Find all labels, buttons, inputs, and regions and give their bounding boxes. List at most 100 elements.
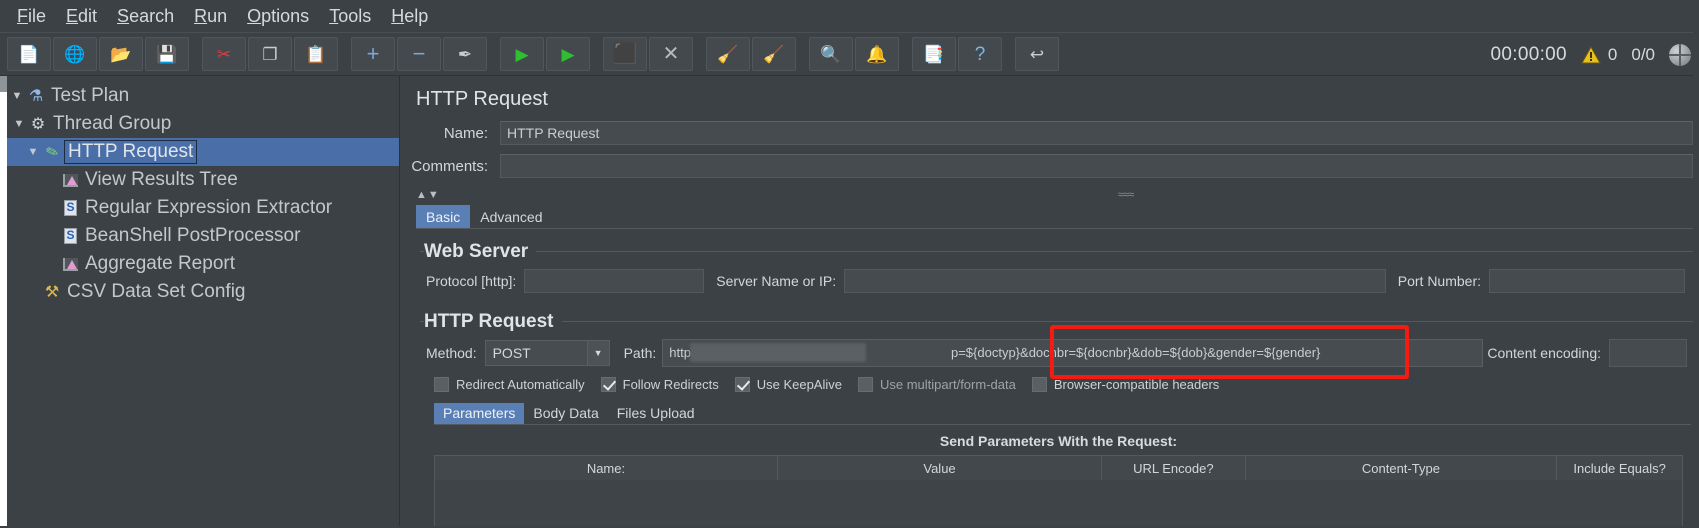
search-binoculars-button[interactable]: 🔍 (809, 37, 853, 71)
toggle-button[interactable]: ✒ (443, 37, 487, 71)
checkbox-use-keepalive[interactable]: Use KeepAlive (734, 377, 842, 392)
table-header-content-type[interactable]: Content-Type (1245, 456, 1558, 480)
globe-icon[interactable] (1669, 44, 1691, 66)
toolbar-separator (797, 37, 808, 71)
method-path-row: Method: POST ▼ Path: httpxxxxxxxxxxxxxxx… (426, 325, 1691, 379)
port-number-input[interactable] (1489, 269, 1685, 293)
server-name-input[interactable] (844, 269, 1386, 293)
tree-left-rail (0, 76, 7, 526)
tree-node-view-results-tree[interactable]: View Results Tree (0, 166, 399, 194)
checkbox-box[interactable] (734, 377, 750, 392)
element-editor-pane: HTTP Request Name: Comments: ▲▼ ≈≈≈ Basi… (400, 76, 1699, 526)
menu-edit[interactable]: Edit (57, 4, 106, 29)
menu-options[interactable]: Options (238, 4, 318, 29)
start-icon: ▶ (515, 44, 529, 64)
subtab-parameters[interactable]: Parameters (434, 403, 525, 424)
function-helper-icon: 📑 (923, 44, 945, 64)
templates-button[interactable]: 🌐 (53, 37, 97, 71)
reset-search-icon: 🔔 (866, 44, 888, 64)
reset-search-button[interactable]: 🔔 (855, 37, 899, 71)
shutdown-button[interactable]: ✕ (649, 37, 693, 71)
checkbox-label: Use multipart/form-data (880, 377, 1016, 392)
open-button[interactable]: 📂 (99, 37, 143, 71)
checkbox-browser-compatible-headers[interactable]: Browser-compatible headers (1031, 377, 1220, 392)
tree-expand-toggle-icon[interactable]: ▼ (10, 90, 24, 102)
content-encoding-input[interactable] (1609, 339, 1687, 367)
menu-tools[interactable]: Tools (320, 4, 380, 29)
parameters-table-body[interactable] (435, 480, 1682, 526)
tree-node-label: HTTP Request (64, 140, 198, 164)
paste-button[interactable]: 📋 (294, 37, 338, 71)
tree-node-label: Aggregate Report (85, 253, 235, 274)
method-select[interactable]: POST ▼ (484, 340, 610, 366)
collapse-all-button[interactable]: − (397, 37, 441, 71)
elapsed-time: 00:00:00 (1490, 44, 1567, 65)
clear-all-button[interactable]: 🧹 (752, 37, 796, 71)
new-button[interactable]: 📄 (7, 37, 51, 71)
tree-node-aggregate-report[interactable]: Aggregate Report (0, 250, 399, 278)
checkbox-redirect-automatically[interactable]: Redirect Automatically (434, 377, 585, 392)
tree-node-thread-group[interactable]: ▼ ⚙ Thread Group (0, 110, 399, 138)
menu-help[interactable]: Help (382, 4, 437, 29)
tree-node-regular-expression-extractor[interactable]: Regular Expression Extractor (0, 194, 399, 222)
clear-button[interactable]: 🧹 (706, 37, 750, 71)
tools-icon: ⚒ (44, 284, 60, 301)
copy-button[interactable]: ❐ (248, 37, 292, 71)
comments-label: Comments: (411, 157, 488, 175)
save-button[interactable]: 💾 (145, 37, 189, 71)
help-icon: ? (974, 43, 986, 65)
pencil-icon: ✎ (43, 142, 61, 163)
tab-basic[interactable]: Basic (416, 205, 471, 228)
subtab-body-data[interactable]: Body Data (524, 403, 607, 424)
chevron-down-icon[interactable]: ▼ (586, 341, 609, 365)
tree-expand-toggle-icon[interactable]: ▼ (12, 118, 26, 130)
splitter-grip-icon[interactable]: ≈≈≈ (1118, 189, 1134, 201)
search-binoculars-icon: 🔍 (820, 44, 842, 64)
help-button[interactable]: ? (958, 37, 1002, 71)
tree-node-test-plan[interactable]: ▼ ⚗ Test Plan (0, 82, 399, 110)
tree-node-beanshell-postprocessor[interactable]: BeanShell PostProcessor (0, 222, 399, 250)
checkbox-box[interactable] (600, 377, 616, 392)
page-title: HTTP Request (416, 88, 548, 110)
splitter-strip[interactable]: ▲▼ ≈≈≈ (416, 187, 1693, 203)
tab-advanced[interactable]: Advanced (470, 205, 552, 228)
toolbar-status: 00:00:00 0 0/0 (1491, 33, 1691, 77)
vertical-scrollbar[interactable] (1693, 0, 1699, 528)
undo-redo-button[interactable]: ↩ (1015, 37, 1059, 71)
menu-run[interactable]: Run (185, 4, 236, 29)
start-button[interactable]: ▶ (500, 37, 544, 71)
table-header-value[interactable]: Value (777, 456, 1103, 480)
tree-node-label: CSV Data Set Config (67, 281, 246, 302)
checkbox-label: Browser-compatible headers (1053, 377, 1220, 392)
checkbox-follow-redirects[interactable]: Follow Redirects (600, 377, 719, 392)
copy-icon: ❐ (262, 44, 278, 64)
table-header-name[interactable]: Name: (435, 456, 778, 480)
function-helper-button[interactable]: 📑 (912, 37, 956, 71)
warning-indicator[interactable]: 0 (1581, 45, 1617, 65)
start-no-pauses-button[interactable]: ▶ (546, 37, 590, 71)
tree-node-csv-data-set-config[interactable]: ⚒ CSV Data Set Config (0, 278, 399, 306)
name-field-row: Name: (408, 121, 1699, 145)
checkbox-use-multipart-form-data[interactable]: Use multipart/form-data (858, 377, 1016, 392)
stop-button[interactable]: ⬛ (603, 37, 647, 71)
name-input[interactable] (500, 121, 1693, 145)
tree-node-http-request[interactable]: ▼ ✎ HTTP Request (0, 138, 399, 166)
checkbox-box[interactable] (858, 377, 873, 392)
checkbox-label: Follow Redirects (622, 377, 719, 392)
collapse-arrows-icon[interactable]: ▲▼ (416, 189, 440, 201)
protocol-input[interactable] (524, 269, 705, 293)
menu-file[interactable]: File (8, 4, 55, 29)
toolbar-separator (339, 37, 350, 71)
menu-search[interactable]: Search (108, 4, 183, 29)
flask-icon: ⚗ (28, 88, 44, 105)
table-header-include-equals[interactable]: Include Equals? (1557, 456, 1682, 480)
cut-button[interactable]: ✂ (202, 37, 246, 71)
tree-expand-toggle-icon[interactable]: ▼ (26, 146, 40, 158)
comments-input[interactable] (500, 154, 1693, 178)
save-icon: 💾 (156, 44, 178, 64)
checkbox-box[interactable] (434, 377, 449, 392)
expand-all-button[interactable]: + (351, 37, 395, 71)
subtab-files-upload[interactable]: Files Upload (608, 403, 704, 424)
table-header-url-encode[interactable]: URL Encode? (1102, 456, 1246, 480)
checkbox-box[interactable] (1031, 377, 1047, 392)
